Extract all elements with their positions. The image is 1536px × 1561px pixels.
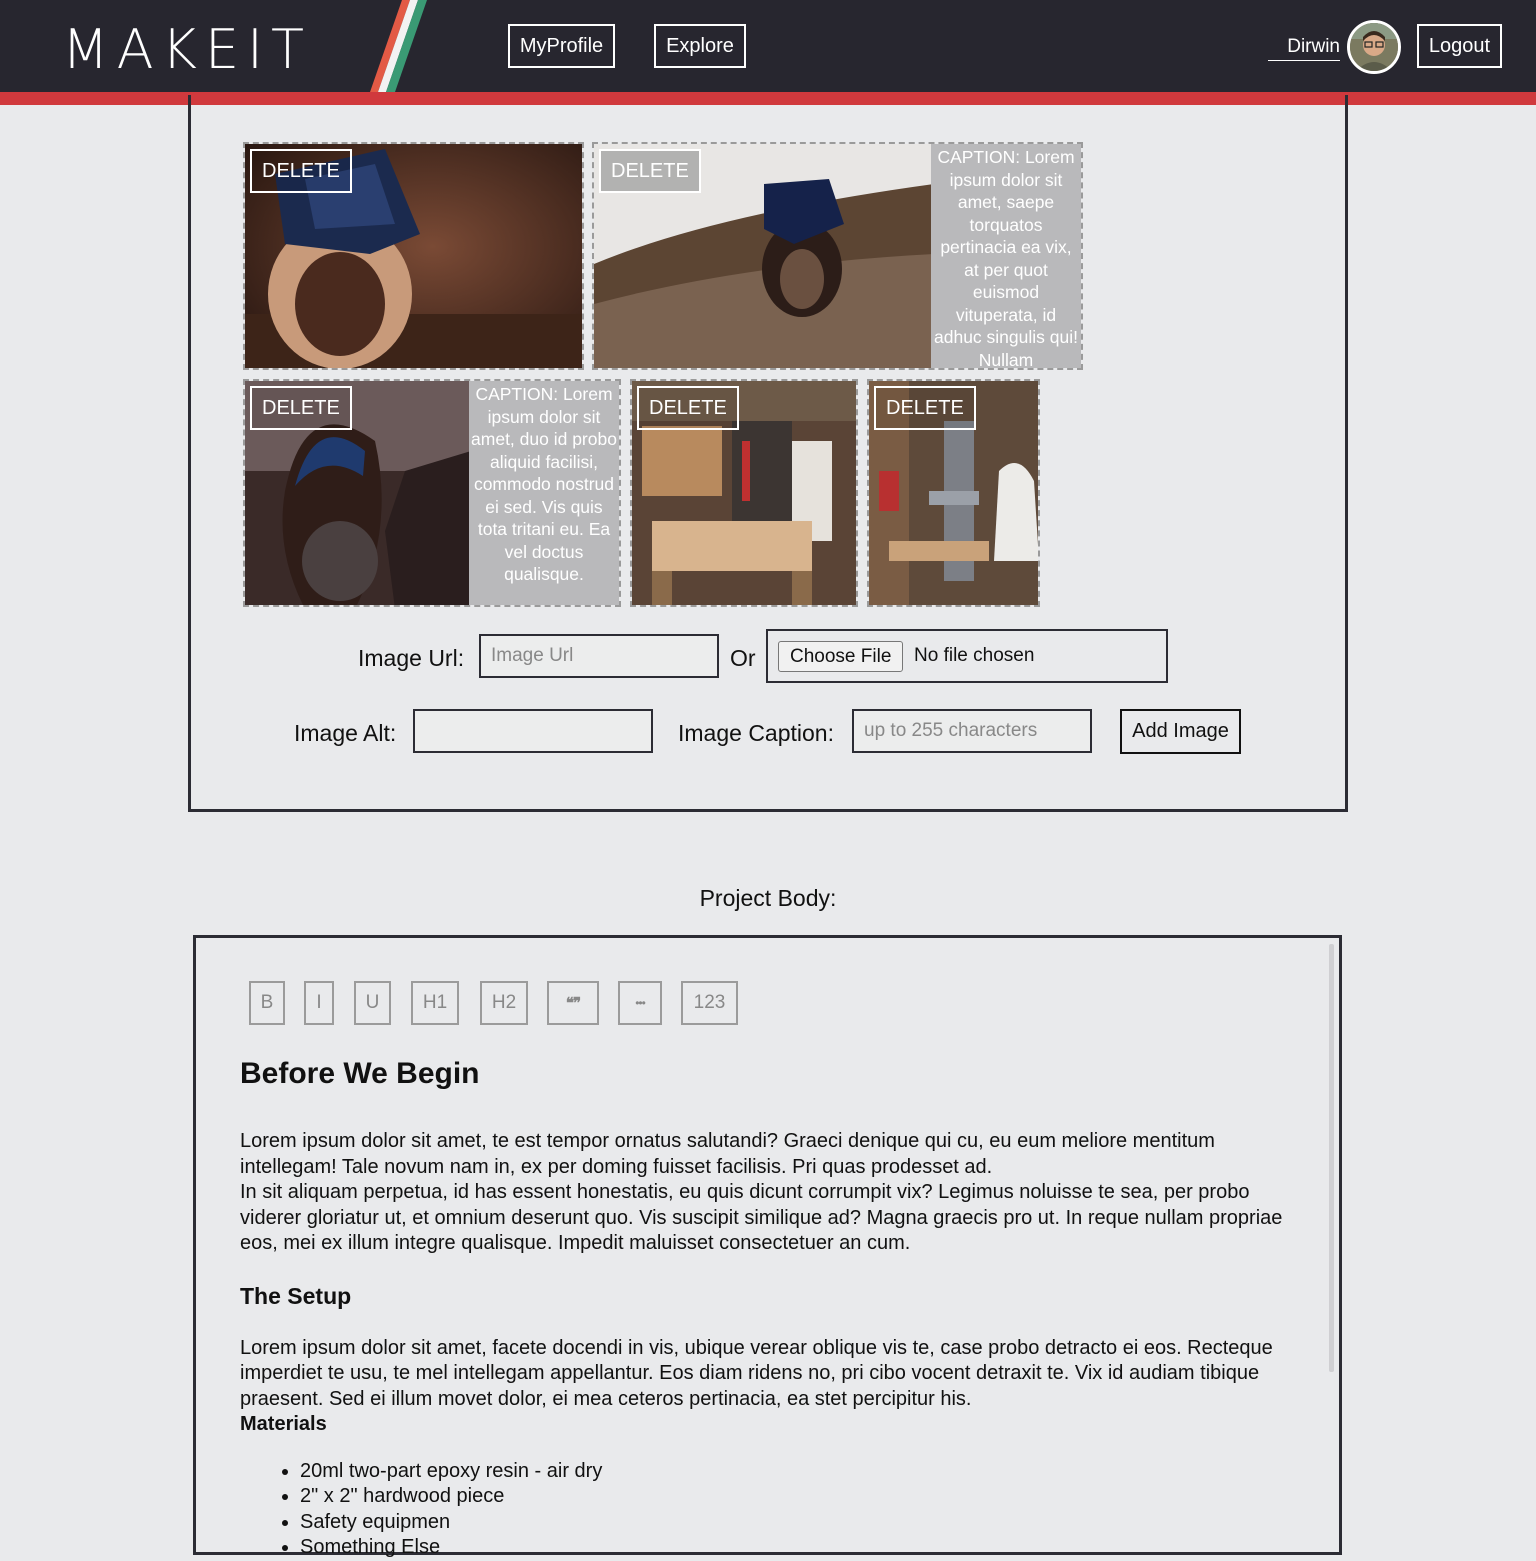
image-caption: CAPTION: Lorem ipsum dolor sit amet, duo… bbox=[469, 381, 619, 605]
heading-before-we-begin: Before We Begin bbox=[240, 1057, 480, 1090]
bold-button[interactable]: B bbox=[249, 981, 285, 1025]
delete-image-button[interactable]: DELETE bbox=[874, 386, 976, 430]
project-body-label: Project Body: bbox=[699, 885, 837, 911]
gallery-tile: DELETE bbox=[243, 142, 584, 370]
list-item: 2" x 2" hardwood piece bbox=[300, 1484, 1300, 1510]
delete-image-button[interactable]: DELETE bbox=[637, 386, 739, 430]
gallery-tile: DELETE bbox=[630, 379, 858, 607]
list-item: 20ml two-part epoxy resin - air dry bbox=[300, 1459, 1300, 1485]
gallery-tile: CAPTION: Lorem ipsum dolor sit amet, duo… bbox=[243, 379, 621, 607]
user-avatar[interactable] bbox=[1347, 20, 1401, 74]
paragraph: Lorem ipsum dolor sit amet, facete docen… bbox=[240, 1336, 1273, 1410]
image-alt-label: Image Alt: bbox=[294, 720, 397, 746]
numbered-list-button[interactable]: 123 bbox=[681, 981, 738, 1025]
materials-list: 20ml two-part epoxy resin - air dry 2" x… bbox=[240, 1459, 1300, 1561]
editor-content[interactable]: Before We Begin Lorem ipsum dolor sit am… bbox=[240, 1055, 1300, 1561]
image-alt-input[interactable] bbox=[413, 709, 653, 753]
choose-file-button[interactable]: Choose File bbox=[778, 641, 904, 672]
list-item: Safety equipmen bbox=[300, 1510, 1300, 1536]
heading1-button[interactable]: H1 bbox=[411, 981, 459, 1025]
blockquote-icon[interactable]: ❝❞ bbox=[547, 981, 599, 1025]
image-url-label: Image Url: bbox=[358, 645, 465, 671]
image-caption: CAPTION: Lorem ipsum dolor sit amet, sae… bbox=[931, 144, 1081, 368]
logo-stripes-decoration bbox=[370, 0, 427, 92]
delete-image-button[interactable]: DELETE bbox=[250, 386, 352, 430]
logout-button[interactable]: Logout bbox=[1417, 24, 1502, 68]
materials-label: Materials bbox=[240, 1413, 327, 1435]
image-caption-label: Image Caption: bbox=[678, 720, 834, 746]
no-file-chosen-text: No file chosen bbox=[914, 645, 1035, 666]
delete-image-button[interactable]: DELETE bbox=[599, 149, 701, 193]
paragraph: In sit aliquam perpetua, id has essent h… bbox=[240, 1181, 1283, 1254]
makeit-logo[interactable]: MAKEIT bbox=[62, 23, 312, 77]
explore-button[interactable]: Explore bbox=[654, 24, 746, 68]
bulleted-list-icon[interactable]: ••• bbox=[618, 981, 662, 1025]
my-profile-button[interactable]: MyProfile bbox=[508, 24, 615, 68]
editor-scrollbar[interactable] bbox=[1329, 944, 1334, 1372]
heading2-button[interactable]: H2 bbox=[480, 981, 528, 1025]
or-label: Or bbox=[730, 645, 756, 671]
image-caption-input[interactable] bbox=[852, 709, 1092, 753]
list-item: Something Else bbox=[300, 1535, 1300, 1561]
heading-the-setup: The Setup bbox=[240, 1282, 352, 1309]
gallery-tile: CAPTION: Lorem ipsum dolor sit amet, sae… bbox=[592, 142, 1083, 370]
italic-button[interactable]: I bbox=[304, 981, 334, 1025]
file-upload-field: Choose File No file chosen bbox=[766, 629, 1168, 683]
underline-button[interactable]: U bbox=[354, 981, 391, 1025]
gallery-tile: DELETE bbox=[867, 379, 1040, 607]
add-image-button[interactable]: Add Image bbox=[1120, 709, 1241, 754]
image-url-input[interactable] bbox=[479, 634, 719, 678]
delete-image-button[interactable]: DELETE bbox=[250, 149, 352, 193]
paragraph: Lorem ipsum dolor sit amet, te est tempo… bbox=[240, 1130, 1215, 1178]
username-link[interactable]: Dirwin bbox=[1268, 36, 1340, 61]
